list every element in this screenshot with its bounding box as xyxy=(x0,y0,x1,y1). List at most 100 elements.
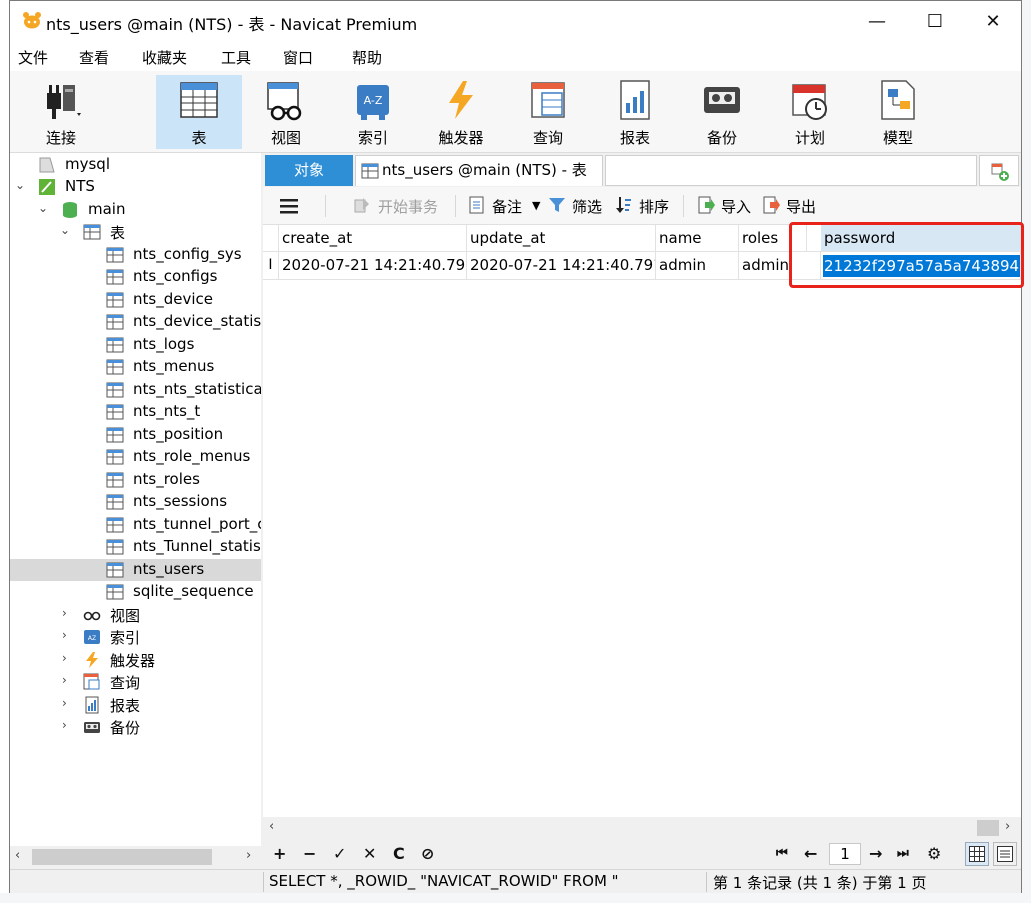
chevron-down-icon[interactable]: ⌄ xyxy=(15,178,25,192)
menu-tools[interactable]: 工具 xyxy=(221,47,251,68)
views-folder-label: 视图 xyxy=(110,607,141,625)
table-button[interactable]: 表 xyxy=(156,75,242,149)
triggers-folder[interactable]: › 触发器 xyxy=(10,649,261,671)
report-button[interactable]: 报表 xyxy=(592,75,678,149)
next-page-button[interactable]: → xyxy=(869,844,882,863)
chevron-right-icon[interactable]: › xyxy=(62,651,67,665)
menu-window[interactable]: 窗口 xyxy=(283,47,313,68)
sort-button[interactable]: 排序 xyxy=(639,196,669,217)
column-header-update-at[interactable]: update_at xyxy=(467,225,656,252)
tab-objects[interactable]: 对象 xyxy=(265,155,353,186)
new-tab-button[interactable] xyxy=(979,155,1019,186)
cell-create-at[interactable]: 2020-07-21 14:21:40.7919 xyxy=(279,252,467,280)
scroll-left-icon[interactable]: ‹ xyxy=(15,848,20,863)
nav-horizontal-scrollbar[interactable]: ‹ › xyxy=(10,846,261,868)
trigger-button[interactable]: 触发器 xyxy=(418,75,504,149)
chevron-right-icon[interactable]: › xyxy=(62,628,67,642)
menu-file[interactable]: 文件 xyxy=(18,47,48,68)
column-header-name[interactable]: name xyxy=(656,225,739,252)
table-item[interactable]: nts_tunnel_port_config xyxy=(10,514,261,536)
chevron-right-icon[interactable]: › xyxy=(62,673,67,687)
form-view-button[interactable] xyxy=(993,842,1017,866)
chevron-down-icon[interactable]: ⌄ xyxy=(38,201,48,215)
table-item[interactable]: nts_configs xyxy=(10,266,261,288)
delete-record-button[interactable]: − xyxy=(303,844,316,863)
refresh-button[interactable]: C xyxy=(393,844,405,863)
export-button[interactable]: 导出 xyxy=(786,196,816,217)
table-item-label: nts_Tunnel_statistic xyxy=(133,537,261,555)
table-item[interactable]: nts_config_sys xyxy=(10,244,261,266)
model-label: 模型 xyxy=(882,129,913,147)
table-item[interactable]: nts_device xyxy=(10,289,261,311)
scroll-thumb[interactable] xyxy=(32,849,212,865)
table-item[interactable]: nts_sessions xyxy=(10,491,261,513)
database-main[interactable]: ⌄ main xyxy=(10,199,261,221)
table-item[interactable]: nts_position xyxy=(10,424,261,446)
indexes-folder[interactable]: › AZ 索引 xyxy=(10,626,261,648)
connection-nts[interactable]: ⌄ NTS xyxy=(10,176,261,198)
backups-folder[interactable]: › 备份 xyxy=(10,716,261,738)
table-item[interactable]: nts_menus xyxy=(10,356,261,378)
backup-label: 备份 xyxy=(706,129,737,147)
close-button[interactable]: ✕ xyxy=(964,1,1022,41)
schedule-button[interactable]: 计划 xyxy=(767,75,853,149)
menu-help[interactable]: 帮助 xyxy=(352,47,382,68)
connection-mysql[interactable]: mysql xyxy=(10,154,261,176)
page-number-input[interactable]: 1 xyxy=(829,843,861,865)
table-item[interactable]: nts_roles xyxy=(10,469,261,491)
model-button[interactable]: 模型 xyxy=(855,75,941,149)
tab-nts-users[interactable]: nts_users @main (NTS) - 表 xyxy=(355,155,603,186)
table-item-selected[interactable]: nts_users xyxy=(10,559,261,581)
query-button[interactable]: 查询 xyxy=(505,75,591,149)
tables-folder[interactable]: ⌄ 表 xyxy=(10,221,261,243)
scroll-left-icon[interactable]: ‹ xyxy=(269,819,274,834)
view-button[interactable]: 视图 xyxy=(243,75,329,149)
scroll-right-icon[interactable]: › xyxy=(1005,819,1010,834)
minimize-button[interactable]: — xyxy=(848,1,906,41)
add-record-button[interactable]: + xyxy=(273,844,286,863)
stop-button[interactable]: ⊘ xyxy=(421,844,434,863)
table-item[interactable]: nts_role_menus xyxy=(10,446,261,468)
chevron-right-icon[interactable]: › xyxy=(62,718,67,732)
views-folder[interactable]: › 视图 xyxy=(10,604,261,626)
column-header-create-at[interactable]: create_at xyxy=(279,225,467,252)
scroll-right-icon[interactable]: › xyxy=(246,848,251,863)
filter-button[interactable]: 筛选 xyxy=(572,196,602,217)
table-item[interactable]: sqlite_sequence xyxy=(10,581,261,603)
cell-name[interactable]: admin xyxy=(656,252,739,280)
table-item[interactable]: nts_device_statistic xyxy=(10,311,261,333)
reports-folder[interactable]: › 报表 xyxy=(10,694,261,716)
first-page-button[interactable]: ⏮ xyxy=(776,846,788,861)
table-icon xyxy=(106,247,124,263)
begin-transaction-button[interactable]: 开始事务 xyxy=(378,196,438,217)
last-page-button[interactable]: ⏭ xyxy=(897,846,909,861)
chevron-down-icon[interactable]: ⌄ xyxy=(60,223,70,237)
settings-gear-button[interactable]: ⚙ xyxy=(927,844,941,863)
grid-horizontal-scrollbar[interactable]: ‹ › xyxy=(263,817,1021,839)
status-sql-text: SELECT *, _ROWID_ "NAVICAT_ROWID" FROM " xyxy=(269,872,619,890)
menu-view[interactable]: 查看 xyxy=(79,47,109,68)
previous-page-button[interactable]: ← xyxy=(804,844,817,863)
connect-button[interactable]: 连接 xyxy=(18,75,104,149)
queries-folder[interactable]: › 查询 xyxy=(10,671,261,693)
hamburger-menu-icon[interactable] xyxy=(279,197,299,215)
table-item[interactable]: nts_nts_statistical xyxy=(10,379,261,401)
chevron-right-icon[interactable]: › xyxy=(62,696,67,710)
scroll-thumb[interactable] xyxy=(977,820,999,836)
comment-button[interactable]: 备注 xyxy=(492,196,522,217)
apply-changes-button[interactable]: ✓ xyxy=(333,844,346,863)
menu-favorites[interactable]: 收藏夹 xyxy=(142,47,187,68)
discard-changes-button[interactable]: ✕ xyxy=(363,844,376,863)
maximize-button[interactable]: ☐ xyxy=(906,1,964,41)
table-item[interactable]: nts_Tunnel_statistic xyxy=(10,536,261,558)
chevron-right-icon[interactable]: › xyxy=(62,606,67,620)
lightning-icon xyxy=(449,81,473,119)
index-button[interactable]: A-Z 索引 xyxy=(330,75,416,149)
comment-dropdown-icon[interactable]: ▼ xyxy=(532,199,540,212)
cell-update-at[interactable]: 2020-07-21 14:21:40.7919 xyxy=(467,252,656,280)
import-button[interactable]: 导入 xyxy=(721,196,751,217)
grid-view-button[interactable] xyxy=(965,842,989,866)
table-item[interactable]: nts_nts_t xyxy=(10,401,261,423)
backup-button[interactable]: 备份 xyxy=(679,75,765,149)
table-item[interactable]: nts_logs xyxy=(10,334,261,356)
